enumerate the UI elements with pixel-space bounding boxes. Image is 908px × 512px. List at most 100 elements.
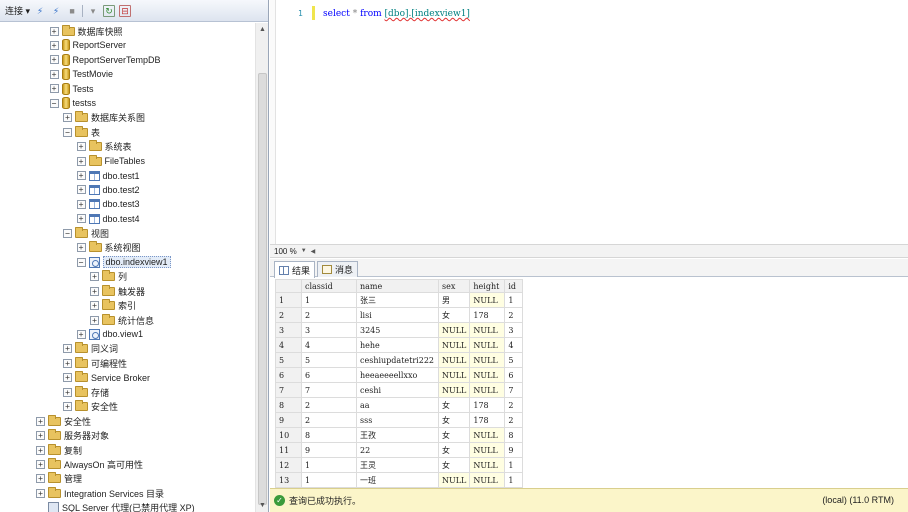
row-number-cell[interactable]: 11 bbox=[275, 442, 302, 458]
expand-node-icon[interactable]: + bbox=[36, 474, 45, 484]
expand-node-icon[interactable]: + bbox=[49, 26, 59, 36]
stop-icon[interactable]: ■ bbox=[66, 5, 78, 17]
expand-node-icon[interactable]: + bbox=[76, 185, 86, 195]
tree-node[interactable]: + 存储 bbox=[63, 385, 109, 399]
row-number-cell[interactable]: 3 bbox=[275, 322, 302, 338]
column-header-height[interactable]: height bbox=[469, 279, 506, 293]
row-number-cell[interactable]: 5 bbox=[275, 352, 302, 368]
tab-results[interactable]: 结果 bbox=[274, 261, 316, 278]
results-grid[interactable]: classid name sex height id 1 1 张三男 NULL 1 2 2 l… bbox=[270, 278, 908, 488]
cell-classid[interactable]: 4 bbox=[301, 337, 357, 353]
cell-sex[interactable]: 女 bbox=[437, 412, 471, 428]
cell-sex[interactable]: 女 bbox=[437, 427, 471, 443]
tree-node[interactable]: + Service Broker bbox=[63, 371, 150, 385]
cell-classid[interactable]: 2 bbox=[301, 397, 357, 413]
cell-height[interactable]: NULL bbox=[469, 427, 506, 443]
column-header-id[interactable]: id bbox=[504, 279, 524, 293]
tree-node[interactable]: SQL Server 代理(已禁用代理 XP) bbox=[36, 501, 195, 512]
sql-code-line[interactable]: select * from [dbo].[indexview1] bbox=[323, 9, 470, 19]
collapse-node-icon[interactable]: − bbox=[63, 127, 72, 137]
scroll-left-icon[interactable]: ◀ bbox=[311, 248, 316, 255]
expand-node-icon[interactable]: + bbox=[63, 113, 72, 123]
tree-node[interactable]: + FileTables bbox=[76, 154, 145, 168]
row-number-cell[interactable]: 2 bbox=[275, 307, 302, 323]
row-number-cell[interactable]: 13 bbox=[275, 472, 302, 488]
cell-id[interactable]: 1 bbox=[504, 457, 524, 473]
cell-sex[interactable]: NULL bbox=[437, 382, 471, 398]
tree-node[interactable]: + 安全性 bbox=[36, 414, 91, 428]
cell-id[interactable]: 9 bbox=[504, 442, 524, 458]
cell-classid[interactable]: 2 bbox=[301, 307, 357, 323]
cell-name[interactable]: heeaeeeellxxo bbox=[356, 367, 439, 383]
tree-node[interactable]: + 系统视图 bbox=[76, 241, 141, 255]
tree-node[interactable]: + 同义词 bbox=[63, 342, 118, 356]
tree-node[interactable]: + 列 bbox=[90, 270, 127, 284]
expand-node-icon[interactable]: + bbox=[76, 171, 86, 180]
row-number-cell[interactable]: 1 bbox=[275, 292, 302, 308]
cell-sex[interactable]: NULL bbox=[437, 322, 471, 338]
expand-node-icon[interactable]: + bbox=[36, 431, 45, 441]
cell-height[interactable]: NULL bbox=[469, 367, 506, 383]
expand-node-icon[interactable]: + bbox=[76, 156, 86, 166]
cell-classid[interactable]: 1 bbox=[301, 472, 357, 488]
connect-object-explorer-icon[interactable]: ⚡ bbox=[34, 5, 46, 17]
tree-node[interactable]: + dbo.test1 bbox=[76, 169, 140, 183]
cell-sex[interactable]: 女 bbox=[437, 442, 471, 458]
cell-classid[interactable]: 3 bbox=[301, 322, 357, 338]
tree-node[interactable]: + dbo.view1 bbox=[76, 327, 143, 341]
expand-node-icon[interactable]: + bbox=[63, 344, 72, 354]
column-header-name[interactable]: name bbox=[356, 279, 439, 293]
collapse-node-icon[interactable]: − bbox=[49, 98, 59, 108]
tree-node[interactable]: − 表 bbox=[63, 125, 100, 139]
cell-classid[interactable]: 2 bbox=[301, 412, 357, 428]
column-header-classid[interactable]: classid bbox=[301, 279, 357, 293]
collapse-icon[interactable]: ⊟ bbox=[119, 4, 132, 17]
refresh-icon[interactable]: ↻ bbox=[103, 4, 116, 17]
tree-node[interactable]: + 系统表 bbox=[76, 140, 132, 154]
cell-name[interactable]: 张三 bbox=[356, 292, 439, 308]
cell-id[interactable]: 6 bbox=[504, 367, 524, 383]
cell-height[interactable]: 178 bbox=[469, 412, 506, 428]
cell-height[interactable]: NULL bbox=[469, 322, 506, 338]
cell-classid[interactable]: 1 bbox=[301, 292, 357, 308]
cell-sex[interactable]: 女 bbox=[437, 307, 471, 323]
zoom-level[interactable]: 100 % bbox=[274, 247, 297, 256]
cell-name[interactable]: aa bbox=[356, 397, 439, 413]
expand-node-icon[interactable]: + bbox=[63, 358, 72, 368]
expand-node-icon[interactable]: + bbox=[76, 329, 86, 339]
filter-icon[interactable]: ▾ bbox=[87, 5, 99, 17]
scroll-down-icon[interactable]: ▼ bbox=[256, 499, 269, 512]
zoom-dropdown-icon[interactable]: ▼ bbox=[301, 248, 307, 254]
expand-node-icon[interactable]: + bbox=[36, 460, 45, 469]
tree-node[interactable]: + dbo.test2 bbox=[76, 183, 140, 197]
row-number-cell[interactable]: 10 bbox=[275, 427, 302, 443]
expand-node-icon[interactable]: + bbox=[63, 402, 72, 412]
tree-node[interactable]: + Tests bbox=[49, 82, 94, 96]
tree-node[interactable]: + 数据库快照 bbox=[49, 24, 123, 38]
cell-id[interactable]: 1 bbox=[504, 472, 524, 488]
cell-id[interactable]: 1 bbox=[504, 292, 524, 308]
expand-node-icon[interactable]: + bbox=[90, 315, 99, 325]
scrollbar-thumb[interactable] bbox=[258, 73, 267, 505]
tree-node[interactable]: + 触发器 bbox=[90, 284, 145, 298]
tree-node[interactable]: + 数据库关系图 bbox=[63, 111, 145, 125]
tree-node[interactable]: − testss bbox=[49, 96, 96, 110]
cell-id[interactable]: 2 bbox=[504, 397, 524, 413]
connect-dropdown-button[interactable]: 连接 ▾ bbox=[5, 4, 30, 17]
cell-name[interactable]: 王孜 bbox=[356, 427, 439, 443]
cell-id[interactable]: 2 bbox=[504, 412, 524, 428]
expand-node-icon[interactable]: + bbox=[63, 373, 72, 383]
cell-sex[interactable]: NULL bbox=[437, 337, 471, 353]
cell-id[interactable]: 4 bbox=[504, 337, 524, 353]
cell-height[interactable]: 178 bbox=[469, 397, 506, 413]
cell-sex[interactable]: NULL bbox=[437, 472, 471, 488]
cell-classid[interactable]: 7 bbox=[301, 382, 357, 398]
tree-node[interactable]: + dbo.test4 bbox=[76, 212, 140, 226]
cell-height[interactable]: NULL bbox=[469, 442, 506, 458]
cell-name[interactable]: lisi bbox=[356, 307, 439, 323]
expand-node-icon[interactable]: + bbox=[36, 445, 45, 455]
tree-node[interactable]: + 可编程性 bbox=[63, 356, 127, 370]
cell-name[interactable]: sss bbox=[356, 412, 439, 428]
cell-classid[interactable]: 1 bbox=[301, 457, 357, 473]
expand-node-icon[interactable]: + bbox=[76, 142, 86, 152]
